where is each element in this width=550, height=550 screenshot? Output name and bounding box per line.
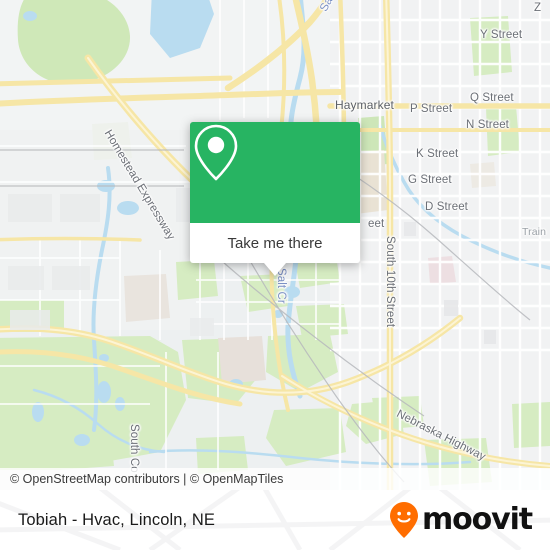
moovit-pin-icon [389, 502, 418, 538]
take-me-there-label: Take me there [227, 234, 323, 252]
location-popup-card[interactable]: Take me there [190, 122, 360, 276]
map-screen: Salt CreekHaymarketY StreetQ StreetP Str… [0, 0, 550, 550]
location-title: Tobiah - Hvac, Lincoln, NE [18, 510, 216, 529]
moovit-brand[interactable]: moovit [389, 501, 533, 539]
map-attribution[interactable]: © OpenStreetMap contributors | © OpenMap… [0, 468, 550, 490]
map-pin-icon [194, 124, 238, 181]
map-canvas[interactable]: Salt CreekHaymarketY StreetQ StreetP Str… [0, 0, 550, 490]
moovit-wordmark: moovit [421, 502, 533, 537]
take-me-there-button[interactable]: Take me there [190, 223, 360, 263]
attribution-text: © OpenStreetMap contributors | © OpenMap… [10, 472, 284, 486]
footer-bar: Tobiah - Hvac, Lincoln, NE moovit [0, 490, 550, 550]
popup-pointer-tail [264, 263, 286, 276]
popup-header [190, 122, 360, 223]
